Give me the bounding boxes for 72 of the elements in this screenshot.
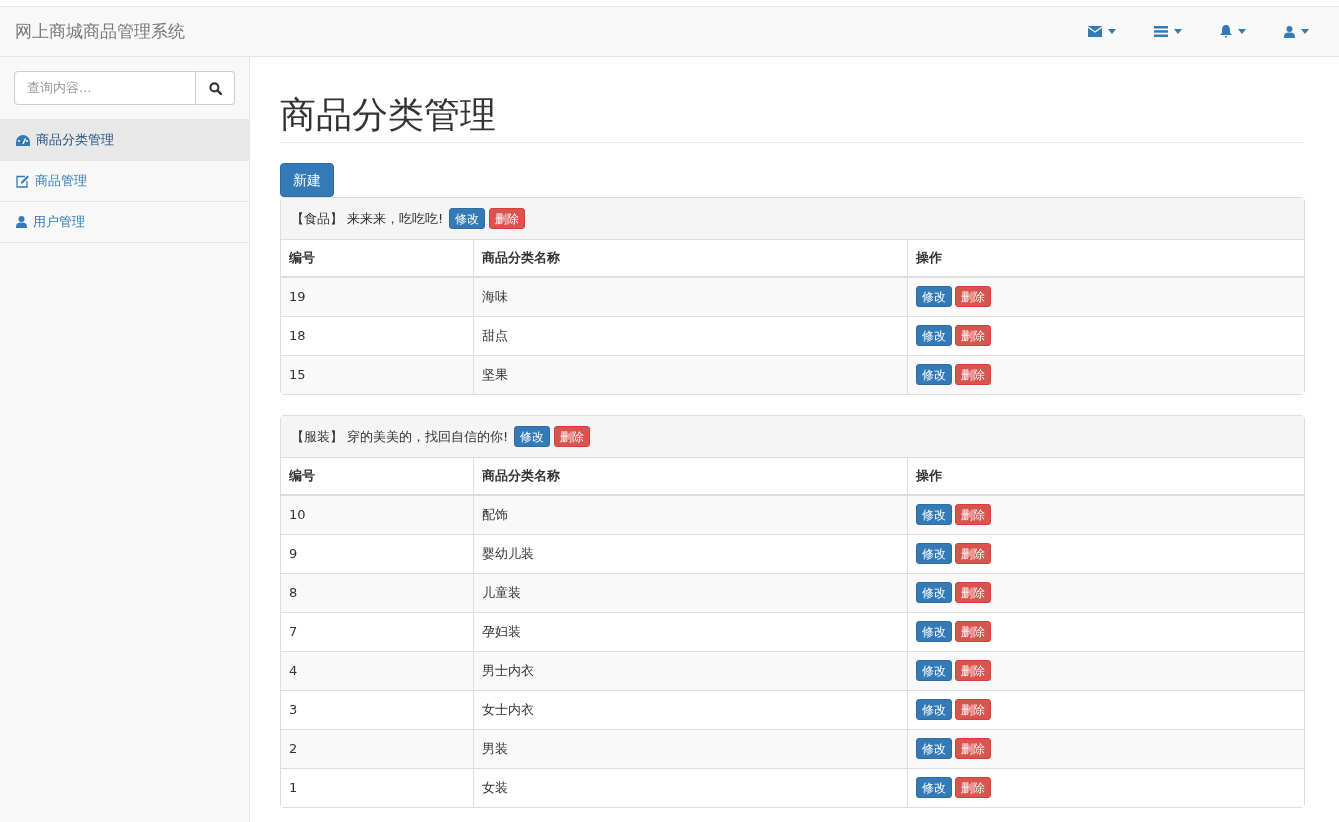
table-cell: 1 [281, 768, 473, 808]
user-icon [1284, 25, 1295, 38]
edit-button[interactable]: 修改 [915, 543, 952, 565]
edit-button[interactable]: 修改 [514, 426, 551, 448]
category-description: 来来来，吃吃吃! [347, 209, 444, 228]
dashboard-icon [16, 134, 30, 146]
caret-icon [1301, 29, 1309, 34]
caret-icon [1108, 29, 1116, 34]
category-name: 【食品】 [291, 209, 343, 228]
delete-button[interactable]: 删除 [954, 543, 991, 565]
delete-button[interactable]: 删除 [954, 364, 991, 386]
table-cell: 3 [281, 690, 473, 730]
edit-icon [16, 174, 29, 188]
delete-button[interactable]: 删除 [554, 426, 591, 448]
brand-title[interactable]: 网上商城商品管理系统 [15, 18, 185, 45]
table-cell: 2 [281, 729, 473, 769]
table-cell: 女装 [473, 768, 907, 808]
delete-button[interactable]: 删除 [954, 621, 991, 643]
delete-button[interactable]: 删除 [954, 325, 991, 347]
table-cell: 甜点 [473, 316, 907, 356]
edit-button[interactable]: 修改 [915, 699, 952, 721]
caret-icon [1174, 29, 1182, 34]
table-cell: 男士内衣 [473, 651, 907, 691]
delete-button[interactable]: 删除 [954, 738, 991, 760]
delete-button[interactable]: 删除 [954, 504, 991, 526]
edit-button[interactable]: 修改 [915, 777, 952, 799]
search-button[interactable] [196, 71, 235, 105]
delete-button[interactable]: 删除 [954, 777, 991, 799]
caret-icon [1238, 29, 1246, 34]
list-icon [1154, 26, 1168, 37]
edit-button[interactable]: 修改 [915, 621, 952, 643]
edit-button[interactable]: 修改 [915, 364, 952, 386]
table-cell: 婴幼儿装 [473, 534, 907, 574]
delete-button[interactable]: 删除 [954, 286, 991, 308]
envelope-icon [1088, 26, 1102, 37]
edit-button[interactable]: 修改 [915, 660, 952, 682]
table-cell: 男装 [473, 729, 907, 769]
edit-button[interactable]: 修改 [915, 738, 952, 760]
sidebar-item[interactable]: 商品分类管理 [0, 120, 249, 161]
table-cell: 4 [281, 651, 473, 691]
edit-button[interactable]: 修改 [449, 208, 486, 230]
user-icon [16, 216, 27, 228]
table-cell: 女士内衣 [473, 690, 907, 730]
edit-button[interactable]: 修改 [915, 582, 952, 604]
table-cell: 海味 [473, 277, 907, 317]
delete-button[interactable]: 删除 [954, 699, 991, 721]
sidebar-item[interactable]: 商品管理 [0, 161, 249, 202]
delete-button[interactable]: 删除 [954, 582, 991, 604]
delete-button[interactable]: 删除 [954, 660, 991, 682]
table-cell: 儿童装 [473, 573, 907, 613]
table-cell: 15 [281, 355, 473, 395]
table-cell: 7 [281, 612, 473, 652]
sidebar-item[interactable]: 用户管理 [0, 202, 249, 243]
bell-icon [1220, 25, 1232, 38]
edit-button[interactable]: 修改 [915, 286, 952, 308]
table-cell: 孕妇装 [473, 612, 907, 652]
table-cell: 9 [281, 534, 473, 574]
table-cell: 18 [281, 316, 473, 356]
table-cell: 配饰 [473, 495, 907, 535]
search-field[interactable]: 查询内容... [14, 71, 196, 105]
page-title: 商品分类管理 [280, 93, 1305, 144]
table-cell: 19 [281, 277, 473, 317]
delete-button[interactable]: 删除 [489, 208, 526, 230]
table-cell: 坚果 [473, 355, 907, 395]
category-description: 穿的美美的，找回自信的你! [347, 427, 509, 446]
category-name: 【服装】 [291, 427, 343, 446]
new-button[interactable]: 新建 [280, 163, 334, 198]
search-icon [208, 81, 222, 95]
edit-button[interactable]: 修改 [915, 504, 952, 526]
edit-button[interactable]: 修改 [915, 325, 952, 347]
table-cell: 10 [281, 495, 473, 535]
table-cell: 8 [281, 573, 473, 613]
